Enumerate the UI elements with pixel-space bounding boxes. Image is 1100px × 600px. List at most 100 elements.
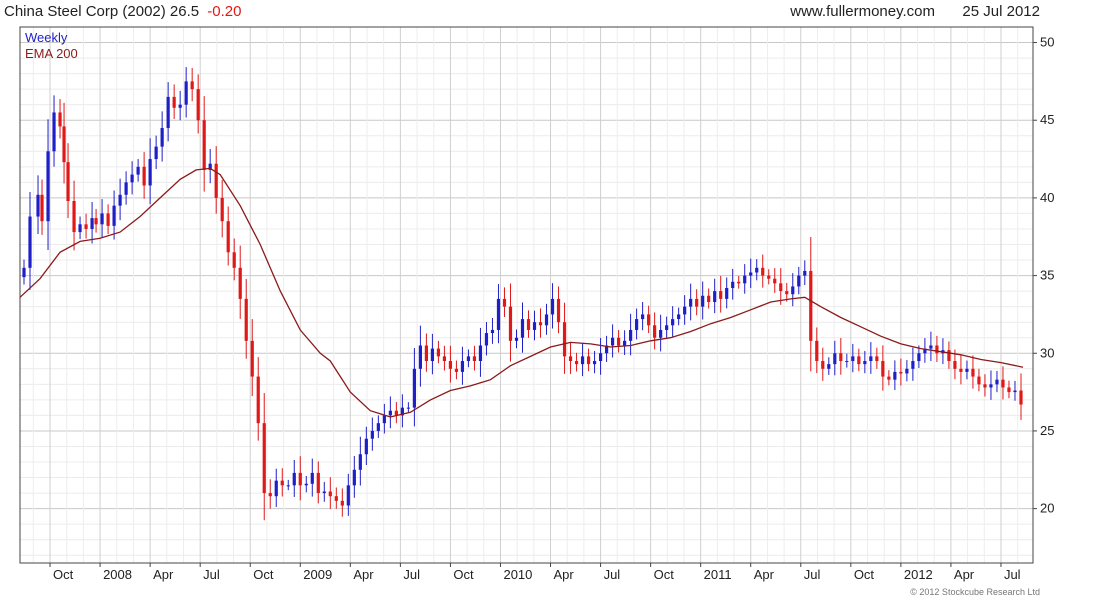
candle-body xyxy=(220,197,224,222)
candle-body xyxy=(929,345,933,349)
x-tick-label: Apr xyxy=(554,567,575,582)
candle-body xyxy=(616,337,621,346)
candle-body xyxy=(262,423,266,494)
candle-body xyxy=(905,368,909,374)
candle-body xyxy=(592,361,597,365)
candle-body xyxy=(424,345,429,362)
candle-body xyxy=(983,384,987,388)
candle-body xyxy=(328,491,332,497)
candle-body xyxy=(610,337,615,346)
candle-body xyxy=(544,314,549,326)
candle-body xyxy=(148,159,152,186)
candle-body xyxy=(232,252,236,268)
candle-body xyxy=(749,272,753,276)
candle-body xyxy=(869,356,873,362)
x-tick-label: Jul xyxy=(203,567,220,582)
candle-body xyxy=(340,500,344,506)
x-tick-label: Oct xyxy=(654,567,675,582)
candle-body xyxy=(430,348,435,362)
candle-body xyxy=(574,361,579,365)
x-tick-label: 2010 xyxy=(503,567,532,582)
candle-body xyxy=(304,483,308,486)
candle-body xyxy=(707,295,711,302)
candle-body xyxy=(635,319,639,330)
candle-body xyxy=(90,218,94,229)
candle-body xyxy=(496,298,501,330)
copyright-note: © 2012 Stockcube Research Ltd xyxy=(910,587,1040,597)
candle-body xyxy=(737,281,741,284)
candle-body xyxy=(520,319,525,338)
x-tick-label: Oct xyxy=(53,567,74,582)
candle-body xyxy=(286,485,290,487)
candle-body xyxy=(947,350,951,362)
candle-body xyxy=(118,194,122,206)
candle-body xyxy=(124,182,128,195)
candle-body xyxy=(971,368,975,377)
x-tick-label: Jul xyxy=(1004,567,1021,582)
site-url[interactable]: www.fullermoney.com xyxy=(789,3,935,20)
candle-body xyxy=(72,201,76,233)
candle-body xyxy=(532,322,537,330)
candle-body xyxy=(689,298,693,307)
candle-body xyxy=(502,298,507,307)
candle-body xyxy=(953,361,957,369)
candle-body xyxy=(84,224,88,229)
candle-body xyxy=(66,162,70,202)
candle-body xyxy=(238,267,242,299)
x-tick-label: Apr xyxy=(153,567,174,582)
candle-body xyxy=(989,384,993,388)
candle-body xyxy=(214,163,218,198)
candle-body xyxy=(78,224,82,233)
candle-body xyxy=(388,410,392,416)
candle-body xyxy=(316,472,320,494)
candle-body xyxy=(695,298,699,307)
x-tick-label: Jul xyxy=(804,567,821,582)
candle-body xyxy=(586,356,591,365)
candle-body xyxy=(743,275,747,284)
candle-body xyxy=(761,267,765,276)
candle-body xyxy=(196,89,200,121)
candle-body xyxy=(436,348,441,357)
x-tick-label: Apr xyxy=(954,567,975,582)
candle-body xyxy=(622,340,627,346)
candle-body xyxy=(130,174,134,183)
candle-body xyxy=(538,322,543,326)
legend-ema-200: EMA 200 xyxy=(25,46,78,61)
price-change: -0.20 xyxy=(207,3,241,20)
candle-body xyxy=(851,356,855,362)
candle-body xyxy=(166,96,170,128)
candle-body xyxy=(863,361,867,365)
candle-body xyxy=(142,166,146,186)
candle-body xyxy=(100,213,104,225)
candle-body xyxy=(484,333,489,346)
candle-body xyxy=(893,371,897,380)
x-tick-label: Oct xyxy=(453,567,474,582)
candle-body xyxy=(899,371,903,374)
candle-body xyxy=(797,275,801,287)
candle-body xyxy=(364,438,368,455)
candle-body xyxy=(977,376,981,385)
x-tick-label: 2011 xyxy=(704,567,732,582)
candle-body xyxy=(526,319,531,330)
candle-body xyxy=(28,216,32,268)
candle-body xyxy=(857,356,861,365)
y-tick-label: 20 xyxy=(1040,501,1054,516)
candle-body xyxy=(136,166,140,175)
candle-body xyxy=(370,430,374,439)
candle-body xyxy=(659,329,663,338)
candle-body xyxy=(959,368,963,372)
candle-body xyxy=(310,472,314,484)
x-tick-label: Oct xyxy=(854,567,875,582)
x-tick-label: 2012 xyxy=(904,567,933,582)
candle-body xyxy=(677,314,681,320)
candle-body xyxy=(785,291,789,295)
x-tick-label: Apr xyxy=(754,567,775,582)
candle-body xyxy=(334,496,338,501)
candle-body xyxy=(154,146,158,160)
candle-body xyxy=(62,126,66,163)
candle-body xyxy=(346,485,350,506)
candle-body xyxy=(52,112,56,152)
candle-body xyxy=(94,218,98,225)
x-tick-label: 2009 xyxy=(303,567,332,582)
candle-body xyxy=(598,353,603,362)
